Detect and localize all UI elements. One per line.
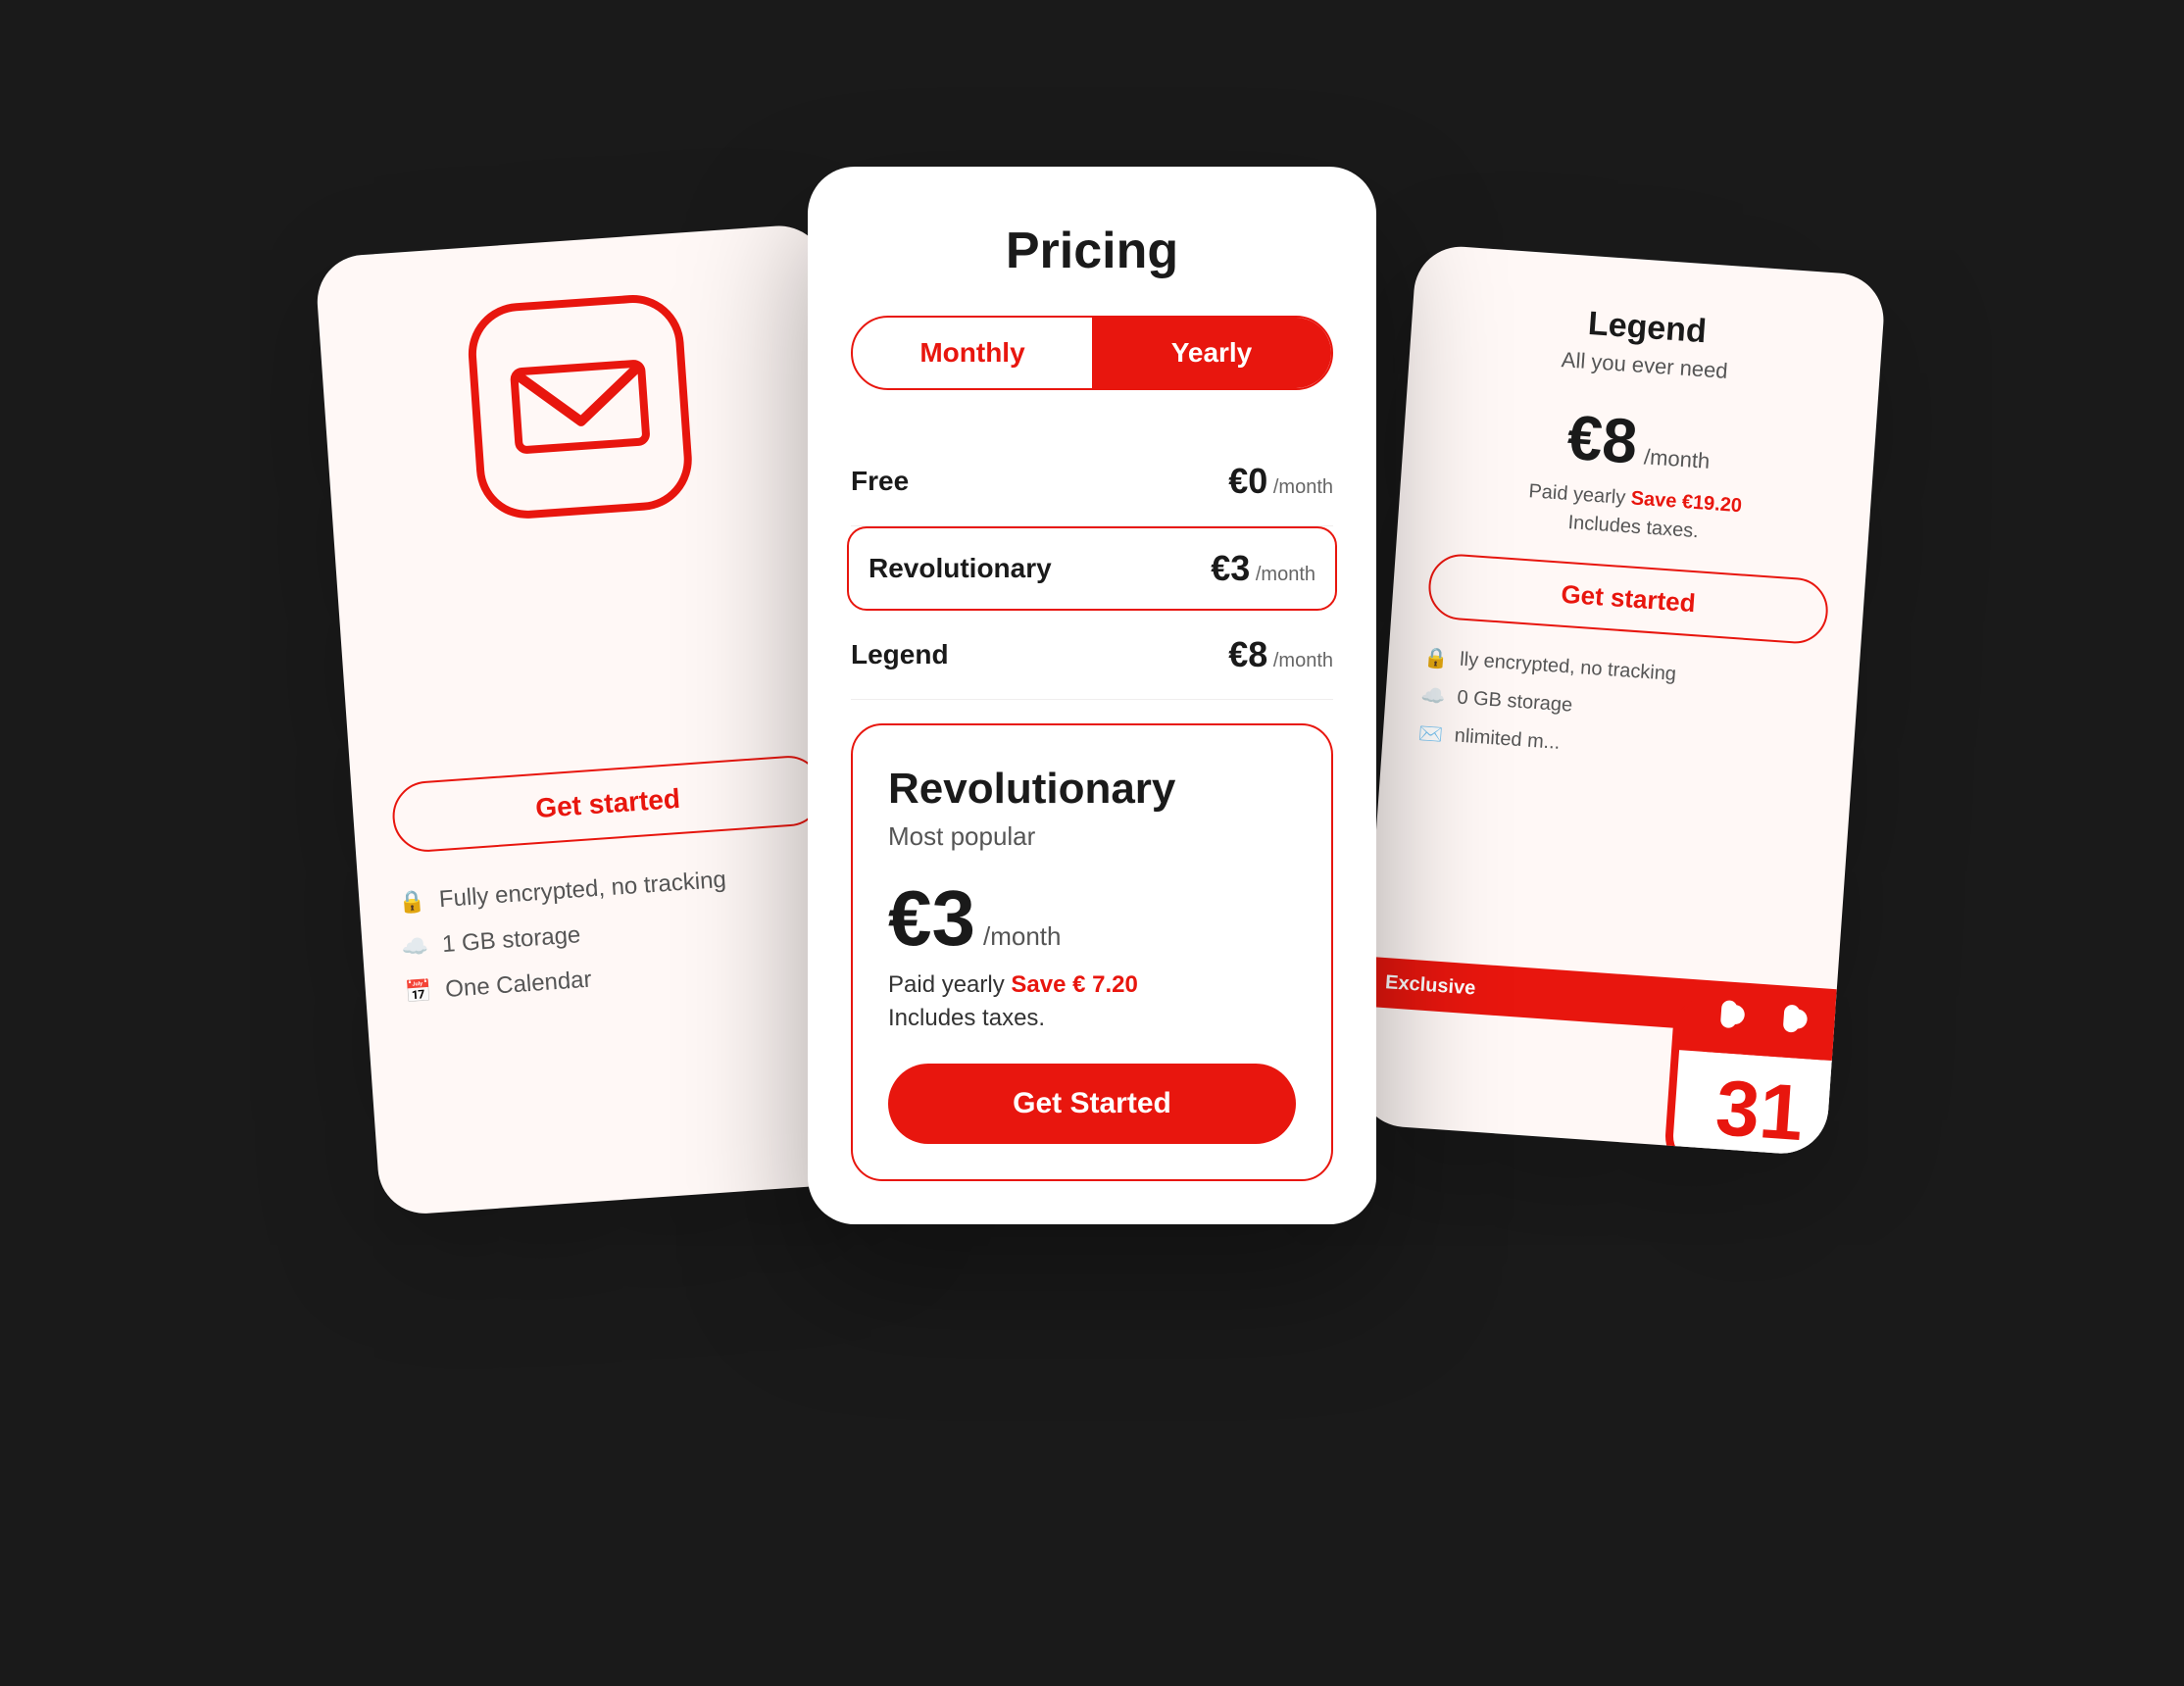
left-card: Get started 🔒 Fully encrypted, no tracki… xyxy=(315,223,890,1216)
right-get-started-button[interactable]: Get started xyxy=(1426,552,1830,645)
cloud-icon: ☁️ xyxy=(401,933,429,961)
selected-plan-save: Paid yearly Save € 7.20 xyxy=(888,971,1296,999)
free-plan-name: Free xyxy=(851,466,909,497)
calendar-icon: 31 xyxy=(1657,978,1865,1156)
left-get-started-button[interactable]: Get started xyxy=(390,754,825,855)
lock-icon: 🔒 xyxy=(398,888,426,916)
selected-period: /month xyxy=(983,921,1062,952)
revolutionary-plan-row[interactable]: Revolutionary €3 /month xyxy=(847,526,1337,611)
feature-text: 1 GB storage xyxy=(441,921,581,959)
selected-plan-taxes: Includes taxes. xyxy=(888,1005,1296,1032)
selected-plan-detail: Revolutionary Most popular €3 /month Pai… xyxy=(851,723,1333,1181)
legend-plan-price: €8 /month xyxy=(1228,634,1333,675)
right-price: €8 xyxy=(1565,401,1640,478)
right-save-amount: Save €19.20 xyxy=(1630,487,1743,517)
feature-text: Fully encrypted, no tracking xyxy=(438,867,727,914)
selected-price: €3 xyxy=(888,879,975,958)
get-started-button[interactable]: Get Started xyxy=(888,1064,1296,1144)
right-taxes: Includes taxes. xyxy=(1567,512,1700,543)
selected-plan-price-row: €3 /month xyxy=(888,879,1296,958)
lock-icon: 🔒 xyxy=(1423,645,1450,671)
legend-plan-name: Legend xyxy=(851,639,949,670)
right-price-row: €8 /month xyxy=(1565,401,1713,483)
mail-icon: ✉️ xyxy=(1417,721,1444,748)
right-feature-list: 🔒 lly encrypted, no tracking ☁️ 0 GB sto… xyxy=(1416,645,1823,787)
exclusive-badge-text: Exclusive xyxy=(1384,971,1476,1000)
save-amount: Save € 7.20 xyxy=(1011,971,1137,998)
left-feature-list: 🔒 Fully encrypted, no tracking ☁️ 1 GB s… xyxy=(398,859,838,1023)
calendar-icon-wrap: 31 xyxy=(1657,978,1865,1156)
selected-plan-title: Revolutionary xyxy=(888,765,1296,814)
right-card: Legend All you ever need €8 /month Paid … xyxy=(1356,244,1887,1157)
yearly-toggle-button[interactable]: Yearly xyxy=(1092,318,1331,388)
free-plan-row[interactable]: Free €0 /month xyxy=(851,437,1333,526)
legend-plan-row[interactable]: Legend €8 /month xyxy=(851,611,1333,700)
svg-text:31: 31 xyxy=(1713,1064,1807,1157)
list-item: 📅 One Calendar xyxy=(404,949,836,1007)
right-card-title: Legend xyxy=(1587,305,1708,351)
billing-toggle[interactable]: Monthly Yearly xyxy=(851,316,1333,390)
selected-plan-popular: Most popular xyxy=(888,821,1296,852)
main-pricing-card: Pricing Monthly Yearly Free €0 /month Re… xyxy=(808,167,1376,1224)
mail-icon-container xyxy=(465,292,695,522)
revolutionary-plan-price: €3 /month xyxy=(1211,548,1315,589)
revolutionary-plan-name: Revolutionary xyxy=(869,553,1052,584)
feature-text: One Calendar xyxy=(444,967,592,1004)
cloud-icon: ☁️ xyxy=(1420,683,1447,710)
calendar-icon: 📅 xyxy=(404,978,432,1006)
right-period: /month xyxy=(1643,444,1711,474)
free-plan-price: €0 /month xyxy=(1228,461,1333,502)
mail-icon xyxy=(509,353,653,461)
scene: Get started 🔒 Fully encrypted, no tracki… xyxy=(406,157,1778,1529)
pricing-title: Pricing xyxy=(851,222,1333,280)
right-card-subtitle: All you ever need xyxy=(1561,347,1728,384)
monthly-toggle-button[interactable]: Monthly xyxy=(853,318,1092,388)
right-save-row: Paid yearly Save €19.20 xyxy=(1528,480,1743,518)
